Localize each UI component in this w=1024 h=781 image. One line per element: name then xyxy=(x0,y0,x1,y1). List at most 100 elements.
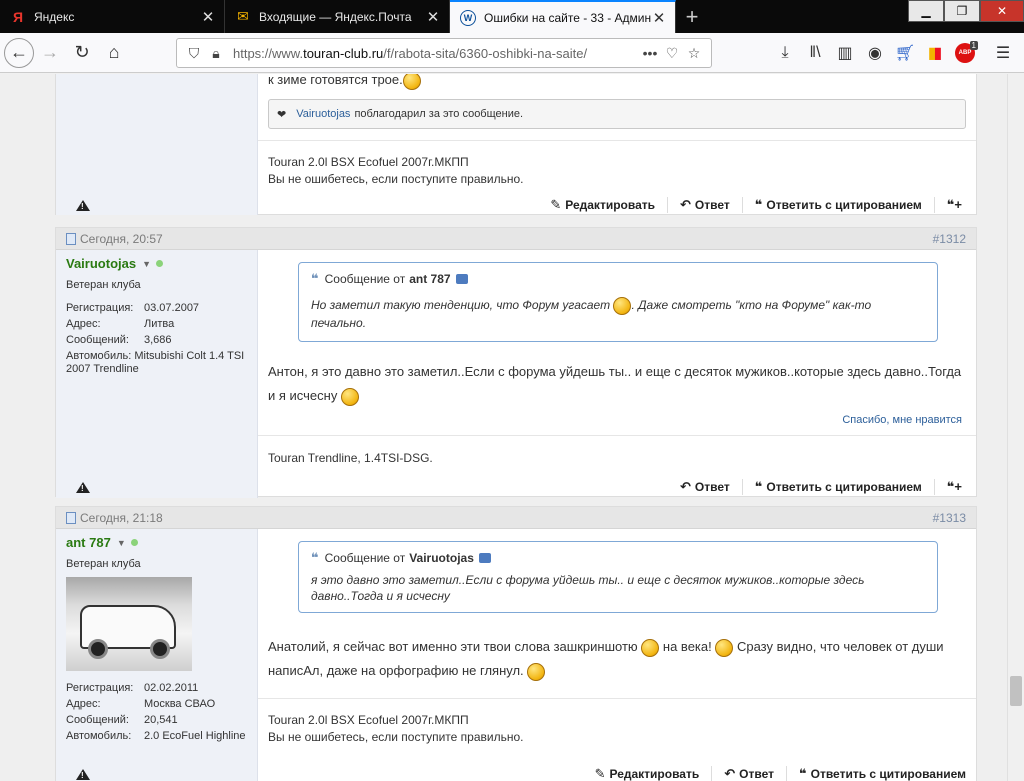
reply-arrow-icon: ↶ xyxy=(680,197,691,212)
action-label: Ответить с цитированием xyxy=(766,198,922,212)
thanks-text: поблагодарил за это сообщение. xyxy=(354,108,524,120)
username-text[interactable]: ant 787 xyxy=(66,535,111,550)
tab-yandex-mail[interactable]: ✉ Входящие — Яндекс.Почта ✕ xyxy=(225,0,450,33)
quote-reply-button[interactable]: ❝ Ответить с цитированием xyxy=(741,479,922,495)
pocket-icon[interactable]: ♡ xyxy=(661,45,683,62)
info-label: Сообщений: xyxy=(66,334,129,346)
message-text: Анатолий, я сейчас вот именно эти твои с… xyxy=(268,639,638,654)
tab-title: Ошибки на сайте - 33 - Админ xyxy=(484,10,651,25)
multiquote-button[interactable]: ❝+ xyxy=(933,197,966,213)
reply-button[interactable]: ↶ Ответ xyxy=(667,197,730,213)
signature-divider xyxy=(258,140,976,141)
account-button[interactable]: ◉ xyxy=(860,37,890,69)
quote-block: ❝ Сообщение от Vairuotojas я это давно это… xyxy=(298,541,938,613)
frown-smiley-icon xyxy=(613,297,632,315)
goto-post-icon[interactable] xyxy=(478,553,491,563)
new-tab-button[interactable]: + xyxy=(676,0,708,33)
quote-icon: ❝ xyxy=(311,550,319,565)
smile-smiley-icon xyxy=(527,662,546,681)
home-button[interactable]: ⌂ xyxy=(98,37,130,69)
user-sidebar: Vairuotojas ▼ Ветеран клуба Регистрация: 0… xyxy=(56,250,258,498)
multiquote-plus-icon: ❝+ xyxy=(946,479,962,494)
close-icon[interactable]: ✕ xyxy=(425,8,441,26)
date-text: Сегодня, 21:18 xyxy=(80,510,163,525)
url-path: /f/rabota-sita/6360-oshibki-na-saite/ xyxy=(383,45,588,61)
chevron-down-icon[interactable]: ▼ xyxy=(117,538,126,548)
avatar[interactable] xyxy=(66,577,192,671)
page-scrollbar[interactable] xyxy=(1007,74,1024,781)
username[interactable]: Vairuotojas ▼ xyxy=(66,256,257,271)
window-controls: ▁ ❐ ✕ xyxy=(908,0,1024,22)
like-link[interactable]: Спасибо, мне нравится xyxy=(842,414,962,426)
user-rank: Ветеран клуба xyxy=(66,279,141,291)
quote-header: ❝ Сообщение от Vairuotojas xyxy=(311,550,937,566)
username[interactable]: ant 787 ▼ xyxy=(66,535,257,550)
cart-button[interactable]: 🛒︎ xyxy=(890,37,920,69)
minimize-button[interactable]: ▁ xyxy=(908,0,944,22)
hamburger-menu-icon: ☰ xyxy=(995,45,1011,62)
close-icon[interactable]: ✕ xyxy=(200,8,216,26)
url-text[interactable]: https://www.touran-club.ru/f/rabota-sita… xyxy=(233,46,639,61)
post-actions: ✎ Редактировать ↶ Ответ ❝ Ответить с цитиро… xyxy=(56,763,976,781)
post-number-link[interactable]: #1312 xyxy=(933,232,966,246)
online-status-icon xyxy=(130,539,138,546)
close-icon[interactable]: ✕ xyxy=(651,9,667,27)
account-icon: ◉ xyxy=(868,45,882,62)
signature-line: Вы не ошибетесь, если поступите правильн… xyxy=(268,730,524,744)
info-label: Сообщений: xyxy=(66,714,129,726)
lock-icon[interactable]: 🔒︎ xyxy=(205,45,227,62)
goto-post-icon[interactable] xyxy=(455,274,468,284)
more-actions-icon[interactable]: ••• xyxy=(639,45,661,61)
thanks-user-link[interactable]: Vairuotojas xyxy=(296,108,350,120)
grin-smiley-icon xyxy=(402,74,421,90)
sidebar-button[interactable]: ▥ xyxy=(830,37,860,69)
signature-line: Touran 2.0l BSX Ecofuel 2007г.МКПП xyxy=(268,155,469,169)
quote-text: я это давно это заметил..Если с форума у… xyxy=(311,573,865,603)
edit-button[interactable]: ✎ Редактировать xyxy=(538,197,655,213)
post-actions: ↶ Ответ ❝ Ответить с цитированием ❝+ xyxy=(56,476,976,498)
action-label: Ответ xyxy=(694,198,730,212)
pencil-icon: ✎ xyxy=(550,197,562,212)
back-button[interactable]: ← xyxy=(4,37,34,68)
library-button[interactable]: ‖\ xyxy=(800,37,830,69)
maximize-button[interactable]: ❐ xyxy=(944,0,980,22)
tab-title: Входящие — Яндекс.Почта xyxy=(259,9,412,24)
adblock-button[interactable]: ABP 1 xyxy=(950,37,980,69)
chevron-down-icon[interactable]: ▼ xyxy=(142,259,151,269)
bookmark-flag-button[interactable]: ▮ ▮ xyxy=(920,37,950,69)
signature: Touran 2.0l BSX Ecofuel 2007г.МКПП Вы не… xyxy=(268,712,523,746)
tab-yandex[interactable]: Я Яндекс ✕ xyxy=(0,0,225,33)
url-bar[interactable]: ⛉ 🔒︎ https://www.touran-club.ru/f/rabota… xyxy=(176,38,712,68)
tab-errors-on-site[interactable]: W Ошибки на сайте - 33 - Админ ✕ xyxy=(450,0,676,33)
downloads-button[interactable]: ⤓ xyxy=(770,37,800,69)
edit-button[interactable]: ✎ Редактировать xyxy=(583,766,700,781)
reply-button[interactable]: ↶ Ответ xyxy=(668,479,730,495)
user-rank: Ветеран клуба xyxy=(66,558,141,570)
url-domain: touran-club.ru xyxy=(303,45,384,61)
forward-button[interactable]: → xyxy=(34,37,66,69)
action-label: Ответить с цитированием xyxy=(766,480,922,494)
post-number-link[interactable]: #1313 xyxy=(933,511,966,525)
username-text[interactable]: Vairuotojas xyxy=(66,256,136,271)
tracking-shield-icon[interactable]: ⛉ xyxy=(183,45,205,62)
action-label: Ответ xyxy=(739,767,774,781)
info-value: 2.0 EcoFuel Highline xyxy=(144,730,246,742)
post-1312: Сегодня, 20:57 #1312 Vairuotojas ▼ Ветера… xyxy=(55,227,977,498)
info-label: Адрес: xyxy=(66,318,101,330)
scrollbar-thumb[interactable] xyxy=(1010,676,1022,706)
date-text: Сегодня, 20:57 xyxy=(80,231,163,246)
cart-icon: 🛒︎ xyxy=(894,45,916,62)
bookmark-star-icon[interactable]: ☆ xyxy=(683,45,705,62)
user-info: Регистрация: 03.07.2007 Адрес: Литва Сообщ… xyxy=(66,300,257,376)
window-close-button[interactable]: ✕ xyxy=(980,0,1024,22)
quote-reply-button[interactable]: ❝ Ответить с цитированием xyxy=(785,766,966,781)
reload-button[interactable]: ↻ xyxy=(66,37,98,69)
signature-divider xyxy=(258,698,976,699)
quote-reply-button[interactable]: ❝ Ответить с цитированием xyxy=(741,197,922,213)
menu-button[interactable]: ☰ xyxy=(988,37,1018,69)
vw-logo-icon: W xyxy=(460,9,476,26)
message-text: к зиме готовятся трое. xyxy=(268,74,403,87)
info-value: Литва xyxy=(144,318,175,330)
multiquote-button[interactable]: ❝+ xyxy=(933,479,966,495)
reply-button[interactable]: ↶ Ответ xyxy=(711,766,774,781)
